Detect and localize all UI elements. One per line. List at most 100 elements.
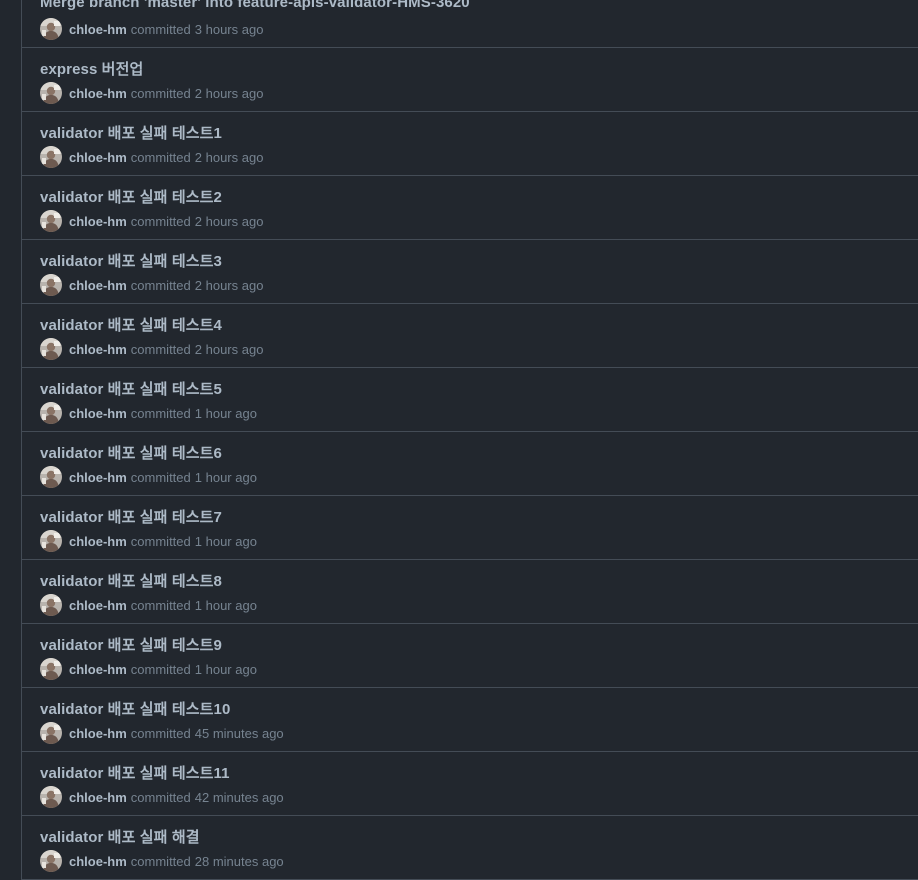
commit-row: validator 배포 실패 테스트5 chloe-hm committed … [22,368,918,432]
avatar[interactable] [40,530,62,552]
commit-title-link[interactable]: validator 배포 실패 테스트10 [40,698,230,719]
commit-title-link[interactable]: validator 배포 실패 테스트2 [40,186,222,207]
commit-title-link[interactable]: validator 배포 실패 테스트8 [40,570,222,591]
commit-time[interactable]: 2 hours ago [195,342,264,357]
commit-meta: chloe-hm committed 28 minutes ago [40,850,284,872]
avatar-icon [40,18,62,40]
commit-row: validator 배포 실패 테스트9 chloe-hm committed … [22,624,918,688]
avatar-icon [40,82,62,104]
commit-time[interactable]: 2 hours ago [195,278,264,293]
avatar-icon [40,786,62,808]
commit-time[interactable]: 28 minutes ago [195,854,284,869]
avatar-icon [40,466,62,488]
avatar-icon [40,658,62,680]
avatar[interactable] [40,466,62,488]
commit-meta: chloe-hm committed 1 hour ago [40,530,257,552]
author-link[interactable]: chloe-hm [69,790,127,805]
commit-time[interactable]: 1 hour ago [195,470,257,485]
commit-row: validator 배포 실패 테스트3 chloe-hm committed … [22,240,918,304]
avatar-icon [40,850,62,872]
author-link[interactable]: chloe-hm [69,662,127,677]
commit-time[interactable]: 2 hours ago [195,86,264,101]
author-link[interactable]: chloe-hm [69,854,127,869]
author-link[interactable]: chloe-hm [69,406,127,421]
commits-page: Merge branch 'master' into feature-apis-… [0,0,918,880]
avatar[interactable] [40,786,62,808]
commit-meta: chloe-hm committed 2 hours ago [40,274,263,296]
commit-time[interactable]: 1 hour ago [195,406,257,421]
commit-row: validator 배포 실패 테스트2 chloe-hm committed … [22,176,918,240]
avatar[interactable] [40,722,62,744]
commit-verb: committed [130,533,191,549]
avatar-icon [40,338,62,360]
commit-verb: committed [130,725,191,741]
avatar-icon [40,402,62,424]
avatar[interactable] [40,210,62,232]
commit-title-link[interactable]: validator 배포 실패 테스트7 [40,506,222,527]
author-link[interactable]: chloe-hm [69,342,127,357]
commit-row: validator 배포 실패 테스트4 chloe-hm committed … [22,304,918,368]
author-link[interactable]: chloe-hm [69,22,127,37]
commit-meta: chloe-hm committed 1 hour ago [40,594,257,616]
commit-title-link[interactable]: express 버전업 [40,58,143,79]
avatar[interactable] [40,18,62,40]
commit-meta: chloe-hm committed 3 hours ago [40,18,263,40]
author-link[interactable]: chloe-hm [69,534,127,549]
avatar[interactable] [40,146,62,168]
commit-verb: committed [130,789,191,805]
commit-title-link[interactable]: validator 배포 실패 해결 [40,826,200,847]
commit-title-link[interactable]: validator 배포 실패 테스트1 [40,122,222,143]
avatar[interactable] [40,850,62,872]
avatar[interactable] [40,82,62,104]
avatar[interactable] [40,594,62,616]
avatar-icon [40,146,62,168]
commit-verb: committed [130,85,191,101]
author-link[interactable]: chloe-hm [69,470,127,485]
commit-meta: chloe-hm committed 45 minutes ago [40,722,284,744]
author-link[interactable]: chloe-hm [69,598,127,613]
commit-time[interactable]: 2 hours ago [195,150,264,165]
commit-title-link[interactable]: validator 배포 실패 테스트5 [40,378,222,399]
commit-verb: committed [130,149,191,165]
commit-meta: chloe-hm committed 42 minutes ago [40,786,284,808]
commit-title-link[interactable]: validator 배포 실패 테스트3 [40,250,222,271]
commit-time[interactable]: 1 hour ago [195,662,257,677]
commit-row: validator 배포 실패 해결 chloe-hm committed 28… [22,816,918,880]
commit-title-link[interactable]: Merge branch 'master' into feature-apis-… [40,0,470,11]
author-link[interactable]: chloe-hm [69,278,127,293]
author-link[interactable]: chloe-hm [69,86,127,101]
commit-time[interactable]: 2 hours ago [195,214,264,229]
commit-verb: committed [130,213,191,229]
avatar-icon [40,530,62,552]
commit-verb: committed [130,597,191,613]
avatar[interactable] [40,338,62,360]
commit-time[interactable]: 1 hour ago [195,598,257,613]
commit-row: validator 배포 실패 테스트1 chloe-hm committed … [22,112,918,176]
commit-time[interactable]: 1 hour ago [195,534,257,549]
commit-time[interactable]: 42 minutes ago [195,790,284,805]
commit-time[interactable]: 45 minutes ago [195,726,284,741]
commit-row: express 버전업 chloe-hm committed 2 hours a… [22,48,918,112]
avatar[interactable] [40,402,62,424]
commit-time[interactable]: 3 hours ago [195,22,264,37]
commit-row: validator 배포 실패 테스트6 chloe-hm committed … [22,432,918,496]
author-link[interactable]: chloe-hm [69,150,127,165]
commit-row: validator 배포 실패 테스트10 chloe-hm committed… [22,688,918,752]
avatar-icon [40,722,62,744]
commit-meta: chloe-hm committed 1 hour ago [40,402,257,424]
commit-title-link[interactable]: validator 배포 실패 테스트11 [40,762,230,783]
avatar-icon [40,210,62,232]
author-link[interactable]: chloe-hm [69,726,127,741]
commit-title-link[interactable]: validator 배포 실패 테스트9 [40,634,222,655]
commit-meta: chloe-hm committed 2 hours ago [40,210,263,232]
commit-title-link[interactable]: validator 배포 실패 테스트4 [40,314,222,335]
author-link[interactable]: chloe-hm [69,214,127,229]
commit-verb: committed [130,853,191,869]
commit-title-link[interactable]: validator 배포 실패 테스트6 [40,442,222,463]
commit-row: validator 배포 실패 테스트7 chloe-hm committed … [22,496,918,560]
commit-meta: chloe-hm committed 2 hours ago [40,338,263,360]
avatar[interactable] [40,658,62,680]
commit-row: Merge branch 'master' into feature-apis-… [22,0,918,48]
commit-meta: chloe-hm committed 1 hour ago [40,658,257,680]
avatar[interactable] [40,274,62,296]
